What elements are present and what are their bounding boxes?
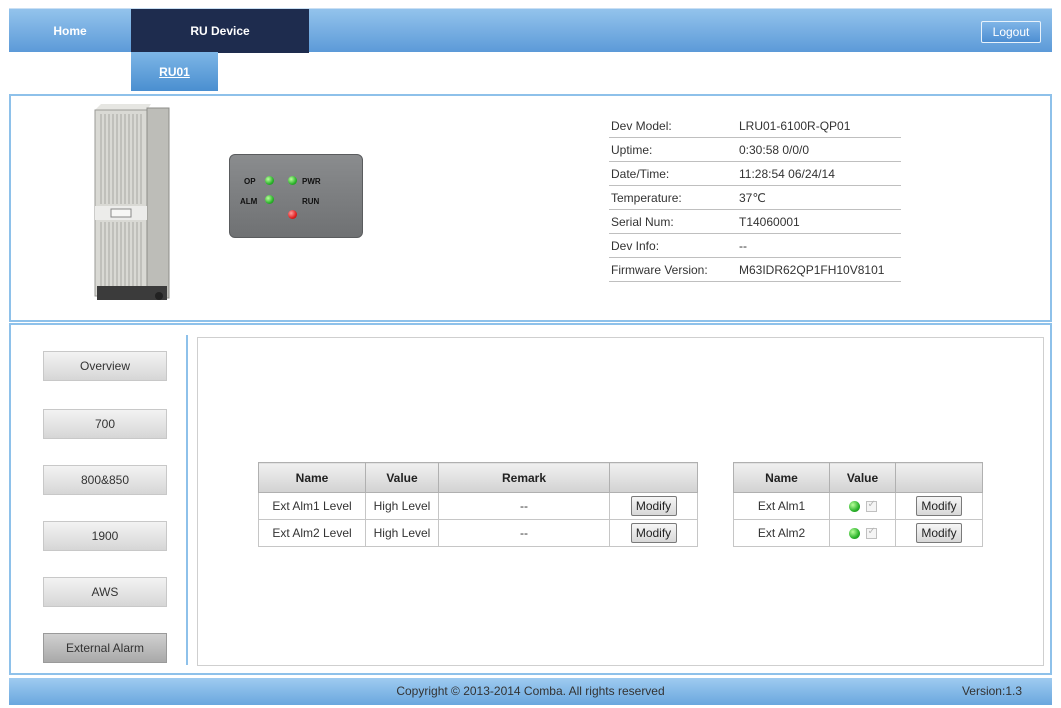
table-row: Ext Alm2 Level High Level -- Modify bbox=[258, 519, 698, 547]
cell-name: Ext Alm1 Level bbox=[258, 492, 366, 520]
table-header-row: Name Value Remark bbox=[258, 462, 698, 493]
device-info-panel: OP PWR ALM RUN Dev Model: LRU01-6100R-QP… bbox=[9, 94, 1052, 322]
version-text: Version:1.3 bbox=[961, 684, 1022, 698]
info-key: Dev Info: bbox=[611, 238, 660, 253]
cell-value bbox=[829, 492, 896, 520]
led-label-run: RUN bbox=[302, 197, 320, 206]
cell-value: High Level bbox=[365, 492, 439, 520]
modify-button[interactable]: Modify bbox=[916, 496, 962, 516]
sidebar-item-overview[interactable]: Overview bbox=[43, 351, 167, 381]
table-row: Ext Alm1 Modify bbox=[733, 492, 983, 520]
content-panel: Name Value Remark Ext Alm1 Level High Le… bbox=[197, 337, 1044, 666]
pwr-led-icon bbox=[288, 176, 297, 185]
column-header-name: Name bbox=[258, 462, 366, 493]
info-key: Uptime: bbox=[611, 142, 653, 157]
info-value: M63IDR62QP1FH10V8101 bbox=[739, 262, 885, 277]
logout-button[interactable]: Logout bbox=[981, 21, 1041, 43]
alarm-enable-checkbox[interactable] bbox=[865, 499, 877, 513]
info-value: LRU01-6100R-QP01 bbox=[739, 118, 851, 133]
sidebar: Overview 700 800&850 1900 AWS External A… bbox=[33, 335, 188, 665]
cell-name: Ext Alm1 bbox=[733, 492, 830, 520]
info-key: Date/Time: bbox=[611, 166, 670, 181]
table-row: Ext Alm1 Level High Level -- Modify bbox=[258, 492, 698, 520]
table-header-row: Name Value bbox=[733, 462, 983, 493]
column-header-remark: Remark bbox=[438, 462, 610, 493]
info-value: 37℃ bbox=[739, 190, 766, 205]
info-row-firmware: Firmware Version: M63IDR62QP1FH10V8101 bbox=[609, 258, 901, 282]
led-label-op: OP bbox=[244, 177, 256, 186]
sidebar-item-external-alarm[interactable]: External Alarm bbox=[43, 633, 167, 663]
op-led-icon bbox=[265, 176, 274, 185]
cell-name: Ext Alm2 Level bbox=[258, 519, 366, 547]
nav-ru-device-tab[interactable]: RU Device bbox=[131, 9, 309, 53]
led-label-alm: ALM bbox=[240, 197, 258, 206]
column-header-value: Value bbox=[365, 462, 439, 493]
cell-name: Ext Alm2 bbox=[733, 519, 830, 547]
table-row: Ext Alm2 Modify bbox=[733, 519, 983, 547]
alarm-status-led-icon bbox=[848, 501, 860, 513]
info-row-datetime: Date/Time: 11:28:54 06/24/14 bbox=[609, 162, 901, 186]
alarm-status-led-icon bbox=[848, 528, 860, 540]
alarm-enable-checkbox[interactable] bbox=[865, 526, 877, 540]
modify-button[interactable]: Modify bbox=[630, 523, 677, 543]
top-nav-bar: Home RU Device Logout bbox=[9, 8, 1052, 53]
cell-action: Modify bbox=[609, 519, 698, 547]
copyright-text: Copyright © 2013-2014 Comba. All rights … bbox=[396, 684, 665, 698]
column-header-name: Name bbox=[733, 462, 830, 493]
sidebar-item-700[interactable]: 700 bbox=[43, 409, 167, 439]
cell-value bbox=[829, 519, 896, 547]
info-row-dev-info: Dev Info: -- bbox=[609, 234, 901, 258]
alarm-level-table: Name Value Remark Ext Alm1 Level High Le… bbox=[258, 462, 698, 547]
column-header-action bbox=[609, 462, 698, 493]
info-row-dev-model: Dev Model: LRU01-6100R-QP01 bbox=[609, 114, 901, 138]
led-status-panel: OP PWR ALM RUN bbox=[229, 154, 363, 238]
info-key: Dev Model: bbox=[611, 118, 672, 133]
cell-value: High Level bbox=[365, 519, 439, 547]
cell-action: Modify bbox=[609, 492, 698, 520]
info-key: Firmware Version: bbox=[611, 262, 708, 277]
sidebar-item-aws[interactable]: AWS bbox=[43, 577, 167, 607]
led-label-pwr: PWR bbox=[302, 177, 321, 186]
run-led-icon bbox=[288, 210, 297, 219]
device-image bbox=[94, 104, 170, 300]
modify-button[interactable]: Modify bbox=[916, 523, 962, 543]
nav-home-tab[interactable]: Home bbox=[9, 9, 131, 53]
cell-remark: -- bbox=[438, 492, 610, 520]
info-value: 0:30:58 0/0/0 bbox=[739, 142, 810, 157]
alm-led-icon bbox=[265, 195, 274, 204]
info-row-serial: Serial Num: T14060001 bbox=[609, 210, 901, 234]
sidebar-item-800-850[interactable]: 800&850 bbox=[43, 465, 167, 495]
device-info-table: Dev Model: LRU01-6100R-QP01 Uptime: 0:30… bbox=[609, 114, 901, 282]
cell-remark: -- bbox=[438, 519, 610, 547]
footer: Copyright © 2013-2014 Comba. All rights … bbox=[9, 678, 1052, 705]
subtab-ru01[interactable]: RU01 bbox=[131, 52, 218, 91]
cell-action: Modify bbox=[895, 519, 983, 547]
column-header-value: Value bbox=[829, 462, 896, 493]
modify-button[interactable]: Modify bbox=[630, 496, 677, 516]
sidebar-item-1900[interactable]: 1900 bbox=[43, 521, 167, 551]
info-value: T14060001 bbox=[739, 214, 800, 229]
column-header-action bbox=[895, 462, 983, 493]
info-value: -- bbox=[739, 238, 747, 253]
alarm-status-table: Name Value Ext Alm1 Modify Ext Alm2 Modi… bbox=[733, 462, 983, 547]
main-area: Overview 700 800&850 1900 AWS External A… bbox=[9, 323, 1052, 675]
info-row-uptime: Uptime: 0:30:58 0/0/0 bbox=[609, 138, 901, 162]
info-key: Serial Num: bbox=[611, 214, 674, 229]
info-value: 11:28:54 06/24/14 bbox=[739, 166, 835, 181]
cell-action: Modify bbox=[895, 492, 983, 520]
info-row-temperature: Temperature: 37℃ bbox=[609, 186, 901, 210]
info-key: Temperature: bbox=[611, 190, 682, 205]
